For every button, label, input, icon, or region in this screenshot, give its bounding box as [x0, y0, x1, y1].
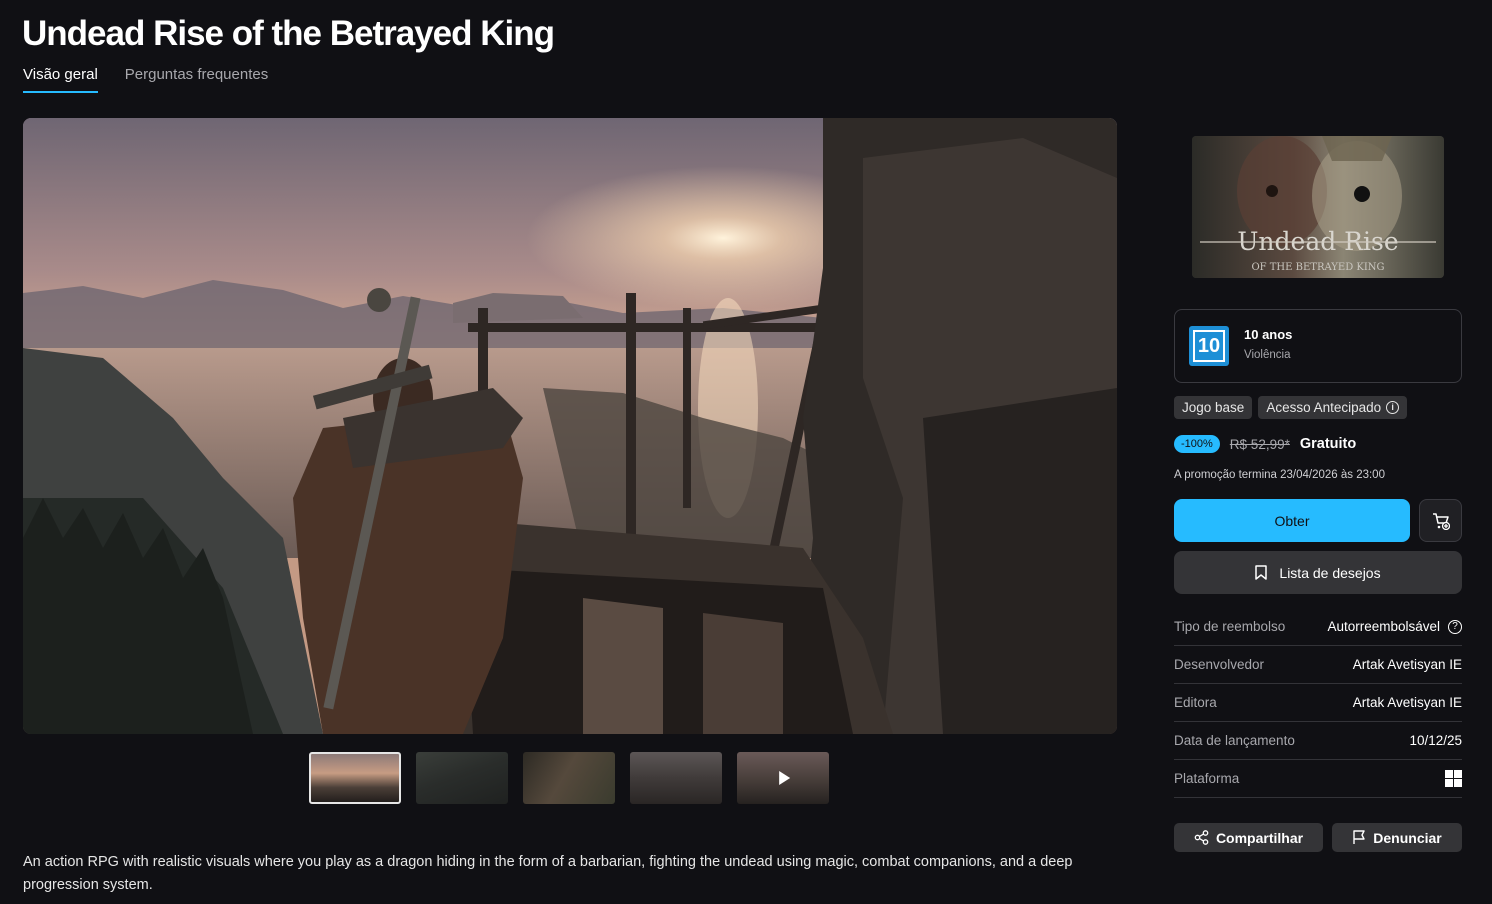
report-label: Denunciar	[1373, 829, 1442, 846]
media-thumbnail[interactable]	[630, 752, 722, 804]
game-screenshot	[23, 118, 1117, 734]
detail-row-platform: Plataforma	[1174, 760, 1462, 798]
get-button[interactable]: Obter	[1174, 499, 1410, 542]
game-cover-art: Undead Rise OF THE BETRAYED KING	[1192, 136, 1444, 278]
media-thumbnail-video[interactable]	[737, 752, 829, 804]
detail-label: Data de lançamento	[1174, 733, 1295, 748]
media-thumbnail[interactable]	[309, 752, 401, 804]
flag-icon	[1353, 830, 1365, 844]
wishlist-label: Lista de desejos	[1279, 564, 1381, 581]
bookmark-icon	[1255, 565, 1268, 580]
detail-label: Editora	[1174, 695, 1217, 710]
windows-icon	[1445, 770, 1462, 787]
play-icon	[779, 771, 791, 785]
tab-faq[interactable]: Perguntas frequentes	[125, 66, 268, 93]
tab-overview[interactable]: Visão geral	[23, 66, 98, 93]
media-thumbnail[interactable]	[523, 752, 615, 804]
original-price: R$ 52,99*	[1229, 436, 1290, 452]
share-button[interactable]: Compartilhar	[1174, 823, 1323, 852]
svg-text:OF THE BETRAYED KING: OF THE BETRAYED KING	[1251, 262, 1384, 273]
age-rating-descriptor: Violência	[1244, 349, 1291, 361]
media-thumbnail[interactable]	[416, 752, 508, 804]
cart-add-icon	[1432, 512, 1450, 530]
detail-value: Autorreembolsável	[1327, 619, 1440, 634]
game-details-list: Tipo de reembolso Autorreembolsável ? De…	[1174, 608, 1462, 798]
wishlist-button[interactable]: Lista de desejos	[1174, 551, 1462, 594]
tag-list: Jogo base Acesso Antecipado i	[1174, 396, 1408, 419]
tab-bar: Visão geral Perguntas frequentes	[23, 66, 268, 93]
price-row: -100% R$ 52,99* Gratuito	[1174, 435, 1356, 453]
age-rating-label: 10 anos	[1244, 327, 1293, 342]
add-to-cart-button[interactable]	[1419, 499, 1462, 542]
final-price: Gratuito	[1299, 436, 1357, 452]
tag-base-game: Jogo base	[1174, 396, 1253, 419]
info-icon[interactable]: i	[1386, 401, 1400, 414]
detail-value: Artak Avetisyan IE	[1352, 695, 1462, 710]
media-thumbnails	[309, 752, 829, 804]
detail-label: Tipo de reembolso	[1174, 619, 1286, 634]
detail-row-refund: Tipo de reembolso Autorreembolsável ?	[1174, 608, 1462, 646]
page-title: Undead Rise of the Betrayed King	[22, 14, 555, 53]
age-rating-badge: 10	[1189, 326, 1229, 366]
detail-row-publisher: Editora Artak Avetisyan IE	[1174, 684, 1462, 722]
age-rating-number: 10	[1193, 330, 1225, 362]
discount-badge: -100%	[1174, 435, 1220, 453]
report-button[interactable]: Denunciar	[1332, 823, 1462, 852]
detail-row-developer: Desenvolvedor Artak Avetisyan IE	[1174, 646, 1462, 684]
detail-value: 10/12/25	[1409, 733, 1462, 748]
question-circle-icon[interactable]: ?	[1448, 619, 1462, 634]
detail-label: Desenvolvedor	[1174, 657, 1265, 672]
main-media-viewer[interactable]	[23, 118, 1117, 734]
detail-value: Artak Avetisyan IE	[1352, 657, 1462, 672]
share-label: Compartilhar	[1215, 829, 1304, 846]
detail-row-release-date: Data de lançamento 10/12/25	[1174, 722, 1462, 760]
tag-early-access[interactable]: Acesso Antecipado i	[1258, 396, 1408, 419]
age-rating-card: 10 10 anos Violência	[1174, 309, 1462, 383]
promo-end-text: A promoção termina 23/04/2026 às 23:00	[1174, 469, 1385, 481]
share-icon	[1194, 830, 1209, 845]
game-description: An action RPG with realistic visuals whe…	[23, 854, 1073, 893]
detail-label: Plataforma	[1174, 771, 1240, 786]
